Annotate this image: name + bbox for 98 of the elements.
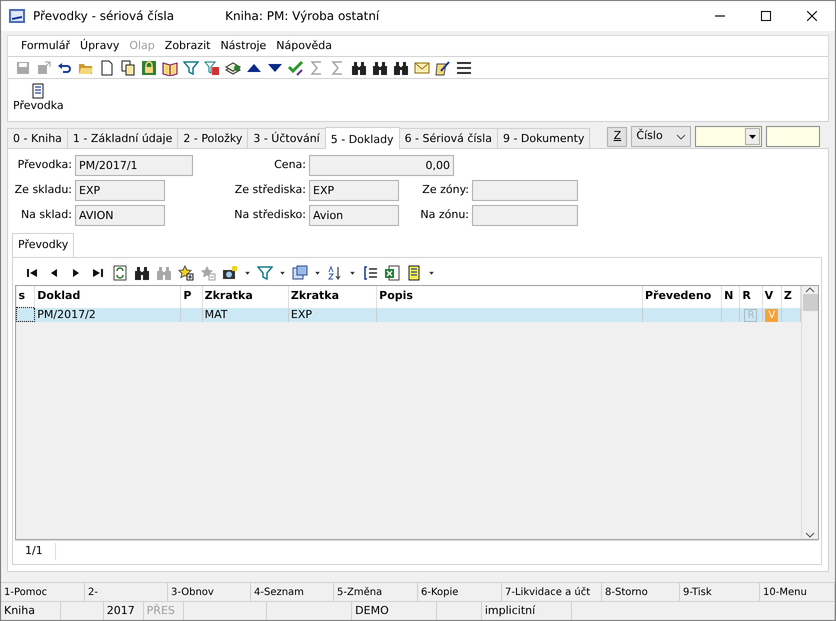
status-item: implicitní (482, 602, 572, 620)
chevron-up-icon (805, 286, 816, 294)
input-field[interactable]: EXP (75, 180, 165, 201)
tab[interactable]: 0 - Kniha (7, 128, 68, 148)
function-key[interactable]: 4-Seznam (251, 583, 334, 601)
search-input-field[interactable] (766, 126, 820, 147)
book-icon[interactable] (162, 60, 178, 76)
table-cell: EXP (288, 308, 377, 322)
function-key[interactable]: 1-Pomoc (1, 583, 85, 601)
menu-item[interactable]: Nástroje (215, 36, 272, 56)
table-cell: MAT (202, 308, 288, 322)
close-icon[interactable] (807, 11, 817, 21)
status-item: PŘES (144, 602, 184, 620)
input-field[interactable]: EXP (309, 180, 399, 201)
field-label: Na zónu: (419, 207, 469, 224)
filter-icon[interactable] (257, 264, 273, 280)
brace-list-icon[interactable] (362, 264, 378, 280)
column-header[interactable]: R (740, 286, 762, 308)
input-field[interactable]: Avion (309, 205, 399, 226)
chevron-down-icon (676, 132, 686, 140)
column-header[interactable]: N (722, 286, 740, 308)
app-logo-icon (9, 8, 25, 24)
caret-icon (749, 134, 756, 138)
check-pen-icon[interactable] (288, 60, 304, 76)
tab[interactable]: Převodky (12, 233, 74, 256)
columns-icon[interactable] (292, 264, 308, 280)
lock-icon[interactable] (141, 60, 157, 76)
input-field[interactable] (472, 180, 578, 201)
menu-item[interactable]: Zobrazit (160, 36, 216, 56)
search-mode-button[interactable]: Z (607, 126, 628, 146)
binoculars-icon[interactable] (134, 264, 150, 280)
camera-icon[interactable] (222, 264, 238, 280)
column-header[interactable]: s (16, 286, 35, 308)
maximize-icon[interactable] (761, 11, 771, 21)
column-header[interactable]: Popis (376, 286, 642, 308)
input-field[interactable]: PM/2017/1 (75, 155, 193, 176)
input-field[interactable] (472, 205, 578, 226)
tab[interactable]: 9 - Dokumenty (496, 128, 590, 148)
input-field[interactable]: 0,00 (309, 155, 454, 176)
chevron-down-icon (805, 531, 816, 539)
column-header[interactable]: Doklad (34, 286, 181, 308)
field-label: Cena: (273, 157, 306, 174)
notepad-pen-icon[interactable] (435, 60, 451, 76)
field-label: Ze skladu: (14, 182, 72, 198)
function-key[interactable]: 8-Storno (602, 583, 680, 601)
field-label: Ze zóny: (421, 182, 469, 198)
column-header[interactable]: Zkratka (202, 286, 288, 308)
column-header[interactable]: Z (781, 286, 801, 308)
function-key[interactable]: 6-Kopie (418, 583, 502, 601)
row-selector[interactable] (16, 308, 35, 322)
refresh-icon[interactable] (112, 264, 128, 280)
function-key[interactable]: 2- (85, 583, 168, 601)
column-header[interactable]: P (180, 286, 202, 308)
field-label: Na sklad: (20, 207, 72, 224)
status-item: 2017 (104, 602, 144, 620)
binoculars-icon[interactable] (393, 60, 409, 76)
filter-icon[interactable] (183, 60, 199, 76)
function-key[interactable]: 3-Obnov (168, 583, 251, 601)
function-key[interactable]: 10-Menu (760, 583, 835, 601)
status-item: Kniha (1, 602, 61, 620)
menu-icon[interactable] (456, 60, 472, 76)
search-field-select[interactable]: Číslo (631, 126, 692, 147)
field-label: Na středisko: (233, 207, 306, 224)
input-field[interactable]: AVION (75, 205, 165, 226)
flag-indicator: V (765, 308, 778, 322)
function-key[interactable]: 5-Změna (334, 583, 418, 601)
binoculars-icon[interactable] (351, 60, 367, 76)
tab[interactable]: 5 - Doklady (324, 127, 400, 149)
status-item: DEMO (352, 602, 437, 620)
document-button[interactable]: Převodka (8, 83, 69, 113)
spreadsheet-icon[interactable] (384, 264, 400, 280)
menu-item[interactable]: Formulář (16, 36, 76, 56)
sort-icon[interactable] (327, 264, 343, 280)
search-value-combo[interactable] (695, 126, 762, 147)
envelope-icon[interactable] (414, 60, 430, 76)
filter-document-icon[interactable] (204, 60, 220, 76)
record-count: 1/1 (15, 543, 56, 560)
window-subtitle: Kniha: PM: Výroba ostatní (225, 8, 380, 25)
star-add-icon[interactable] (178, 264, 194, 280)
scrollbar-thumb[interactable] (802, 294, 818, 310)
table-cell: PM/2017/2 (34, 308, 181, 322)
field-label: Převodka: (16, 157, 72, 174)
copy-icon[interactable] (120, 60, 136, 76)
menu-item[interactable]: Úpravy (75, 36, 124, 56)
document-icon (30, 83, 46, 99)
window-title: Převodky - sériová čísla (33, 8, 174, 25)
page-icon[interactable] (99, 60, 115, 76)
menu-item[interactable]: Nápověda (271, 36, 337, 56)
field-label: Ze střediska: (234, 182, 306, 198)
column-header[interactable]: Převedeno (642, 286, 722, 308)
money-stack-icon[interactable] (225, 60, 241, 76)
column-header[interactable]: V (762, 286, 782, 308)
function-key[interactable]: 7-Likvidace a účt (502, 583, 602, 601)
binoculars-icon[interactable] (372, 60, 388, 76)
function-key[interactable]: 9-Tisk (680, 583, 760, 601)
report-icon[interactable] (406, 264, 422, 280)
scrollbar[interactable] (801, 286, 818, 539)
column-header[interactable]: Zkratka (288, 286, 377, 308)
